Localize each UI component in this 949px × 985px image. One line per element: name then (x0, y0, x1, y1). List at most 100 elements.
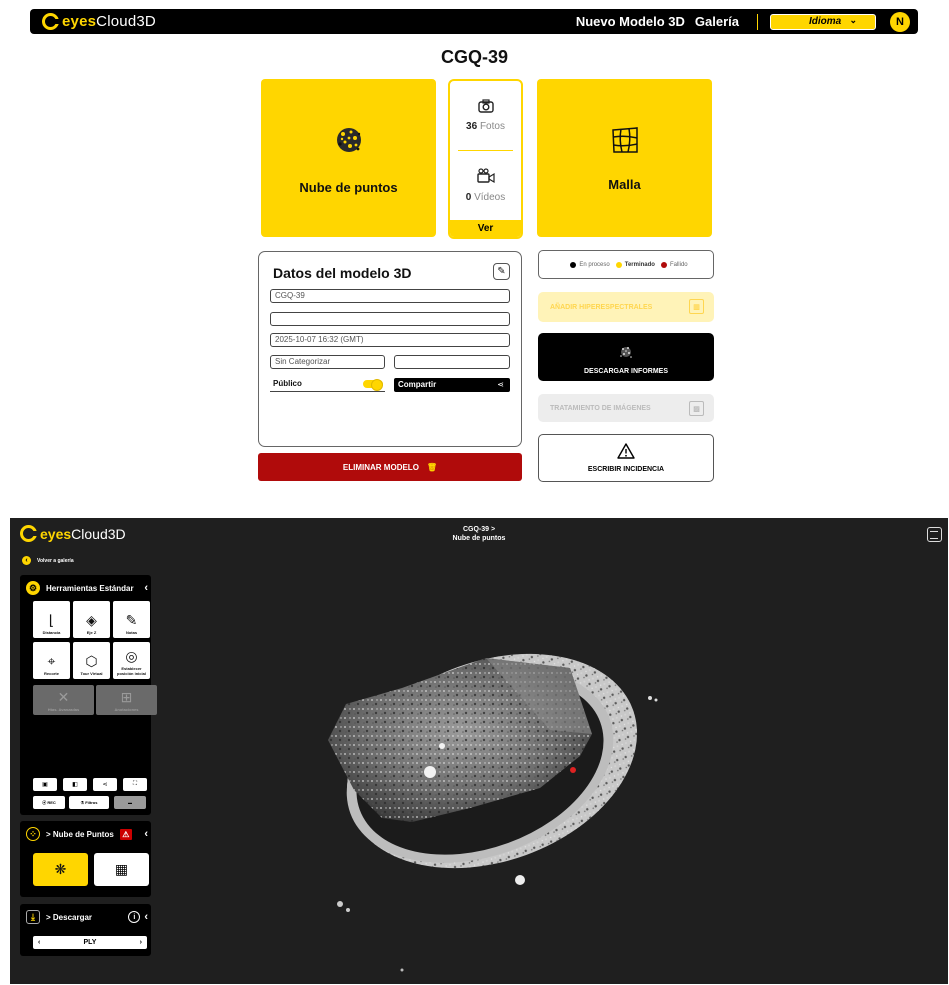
pointcloud-panel-header[interactable]: ⁘ > Nube de Puntos ⚠ ‹ (26, 827, 151, 841)
notes-icon: ✎ (125, 612, 138, 628)
legend-failed: Fallido (669, 261, 688, 268)
prev-format-icon[interactable]: ‹ (38, 939, 40, 946)
set-initial-label-2: posición inicial (117, 671, 146, 676)
advanced-tools-button[interactable]: ✕ Htas. Avanzadas (33, 685, 94, 715)
mesh-card[interactable]: Malla (537, 79, 712, 237)
view-media-button[interactable]: Ver (450, 220, 521, 237)
pointcloud-view-button[interactable]: ❋ (33, 853, 88, 886)
write-incident-button[interactable]: ESCRIBIR INCIDENCIA (538, 434, 714, 482)
reports-label: DESCARGAR INFORMES (583, 368, 668, 375)
format-selector[interactable]: ‹ PLY › (33, 936, 147, 949)
download-panel-header[interactable]: ⤓ > Descargar i ‹ (26, 910, 151, 924)
model-name-field[interactable]: CGQ-39 (270, 289, 510, 303)
videos-item[interactable]: 0 Vídeos (450, 151, 521, 220)
viewer-breadcrumb: CGQ-39 > Nube de puntos (10, 525, 948, 543)
videos-label: Vídeos (474, 192, 506, 203)
target-icon: ◎ (125, 648, 138, 664)
logo[interactable]: eyes Cloud3D (42, 13, 156, 30)
logo-text: Cloud3D (96, 13, 156, 30)
screenshot-button[interactable]: ▣ (33, 778, 57, 791)
status-dot-finished (615, 261, 622, 268)
share-nodes-icon: ⋖ (102, 782, 108, 788)
rec-button[interactable]: ⦿ REC (33, 796, 65, 809)
user-avatar[interactable]: N (890, 11, 910, 32)
cut-tool-label: Recorte (44, 671, 59, 676)
download-reports-button[interactable]: DESCARGAR INFORMES (538, 333, 714, 381)
z-axis-tool-label: Eje Z (86, 630, 97, 635)
videos-count: 0 (465, 192, 472, 203)
image-icon: ▨ (689, 401, 704, 416)
status-dot-in-process (570, 261, 577, 268)
public-toggle[interactable] (363, 379, 383, 391)
hyperspectral-label: AÑADIR HIPERESPECTRALES (550, 303, 653, 311)
record-icon: ⦿ (42, 799, 47, 805)
share-button[interactable]: Compartir ⋖ (394, 378, 510, 392)
image-processing-button[interactable]: TRATAMIENTO DE IMÁGENES ▨ (538, 394, 714, 422)
pointcloud-card[interactable]: Nube de puntos (261, 79, 436, 237)
standard-tools-panel: ⚙ Herramientas Estándar ‹ ⌊ Distancia ◈ … (20, 575, 157, 837)
mesh-grid-icon: ▦ (114, 861, 129, 877)
view-button[interactable]: ◧ (63, 778, 87, 791)
arrow-left-icon: ‹ (22, 556, 31, 565)
filter-icon: ⚗ (80, 800, 85, 805)
delete-model-button[interactable]: ELIMINAR MODELO 🗑 (258, 453, 522, 481)
3d-viewer[interactable]: eyes Cloud3D CGQ-39 > Nube de puntos ‹ Vo… (10, 518, 948, 984)
annotations-label: Anotaciones (114, 707, 139, 712)
distance-tool-button[interactable]: ⌊ Distancia (33, 601, 70, 638)
camera-icon (477, 99, 494, 113)
filters-button[interactable]: ⚗ Filtros (69, 796, 109, 809)
screenshot-icon: ▣ (42, 782, 48, 788)
mesh-view-button[interactable]: ▦ (94, 853, 149, 886)
warning-icon[interactable]: ⚠ (119, 828, 132, 840)
layers-icon: ◈ (86, 612, 97, 628)
set-initial-position-button[interactable]: ◎ Establecer posición inicial (113, 642, 150, 679)
public-toggle-row[interactable]: Público (270, 378, 385, 392)
menu-icon[interactable] (927, 527, 942, 542)
tools-icon: ✕ (57, 689, 70, 705)
pointcloud-panel-icon: ⁘ (26, 827, 40, 841)
virtual-tour-tool-button[interactable]: ⬡ Tour Virtual (73, 642, 110, 679)
status-dot-failed (660, 261, 667, 268)
collapse-icon[interactable]: ‹ (144, 828, 148, 840)
fullscreen-button[interactable]: ⛶ (123, 778, 147, 791)
download-icon: ⤓ (26, 910, 40, 924)
public-label: Público (273, 379, 302, 388)
subcategory-field[interactable] (394, 355, 510, 369)
nav-new-model-link[interactable]: Nuevo Modelo 3D (576, 14, 685, 29)
annotations-button[interactable]: ⊞ Anotaciones (96, 685, 157, 715)
distance-tool-label: Distancia (42, 630, 61, 635)
edit-button[interactable]: ✎ (493, 263, 510, 280)
standard-tools-header[interactable]: ⚙ Herramientas Estándar ‹ (26, 581, 151, 595)
view-icon: ◧ (72, 782, 78, 788)
pointcloud-label: Nube de puntos (299, 179, 398, 195)
photos-item[interactable]: 36 Fotos (450, 81, 521, 150)
info-icon[interactable]: i (128, 911, 141, 923)
status-legend: En proceso Terminado Fallido (538, 250, 714, 279)
back-to-gallery-link[interactable]: ‹ Volver a galería (22, 556, 74, 565)
category-field[interactable]: Sin Categorizar (270, 355, 385, 369)
chevron-down-icon: ⌄ (849, 14, 857, 25)
next-format-icon[interactable]: › (140, 939, 142, 946)
language-select[interactable]: Idioma ⌄ (770, 13, 876, 30)
nav: Nuevo Modelo 3D Galería Idioma ⌄ N (576, 11, 918, 32)
standard-tools-title: Herramientas Estándar (46, 583, 134, 593)
add-hyperspectral-button[interactable]: AÑADIR HIPERESPECTRALES ▥ (538, 292, 714, 322)
collapse-icon[interactable]: ‹ (144, 582, 148, 594)
share-view-button[interactable]: ⋖ (93, 778, 117, 791)
cut-tool-button[interactable]: ⌖ Recorte (33, 642, 70, 679)
model-description-field[interactable] (270, 312, 510, 326)
app-root: eyes Cloud3D Nuevo Modelo 3D Galería Idio… (0, 0, 949, 985)
notes-tool-button[interactable]: ✎ Notas (113, 601, 150, 638)
ruler-icon: ⌊ (48, 612, 55, 628)
viewer-breadcrumb-model[interactable]: CGQ-39 > (10, 525, 948, 534)
nav-gallery-link[interactable]: Galería (695, 14, 739, 29)
ruler-toggle-button[interactable]: ▬ (114, 796, 146, 809)
nav-divider (757, 13, 758, 30)
gear-icon: ⚙ (26, 581, 40, 595)
pointcloud-panel-title: > Nube de Puntos (46, 829, 114, 839)
logo-icon (42, 13, 60, 30)
collapse-icon[interactable]: ‹ (144, 911, 148, 923)
model-date-field[interactable]: 2025-10-07 16:32 (GMT) (270, 333, 510, 347)
page-title: CGQ-39 (440, 47, 509, 67)
z-axis-tool-button[interactable]: ◈ Eje Z (73, 601, 110, 638)
